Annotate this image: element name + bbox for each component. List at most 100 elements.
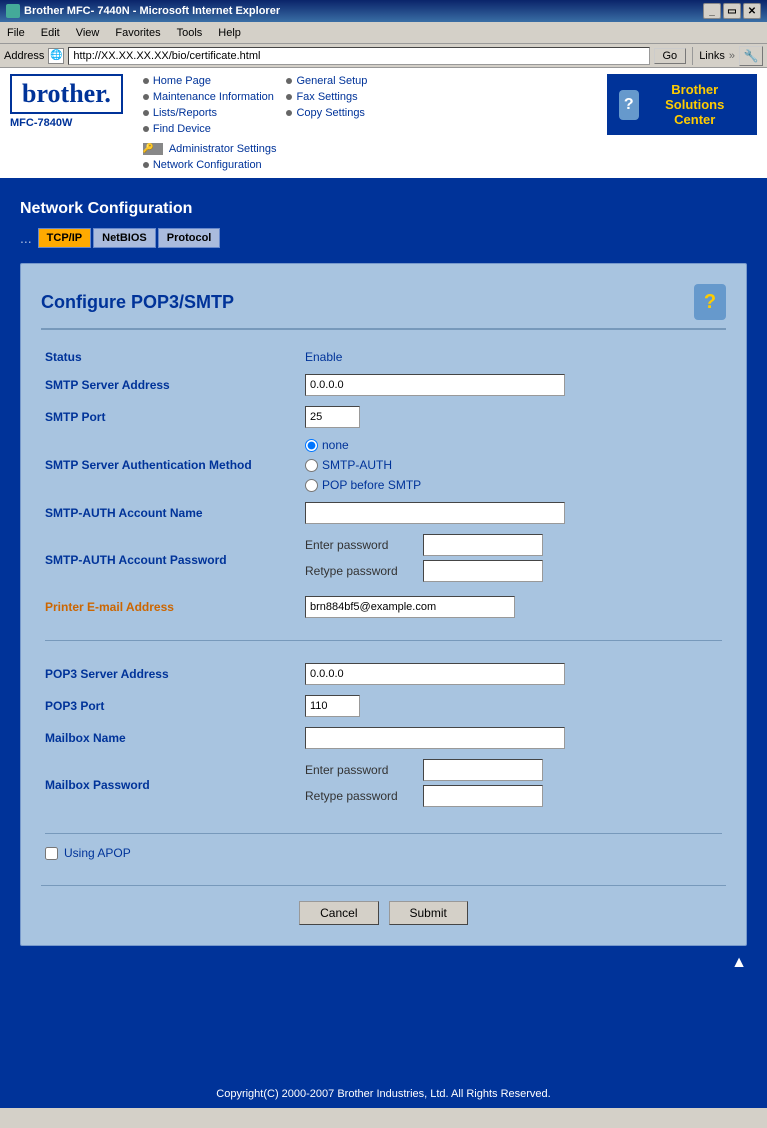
nav-network-config[interactable]: Network Configuration: [143, 158, 277, 172]
menu-favorites[interactable]: Favorites: [112, 26, 163, 40]
help-icon[interactable]: ?: [694, 284, 726, 320]
scroll-up-button[interactable]: ▲: [731, 954, 747, 972]
solutions-center-label: Brother Solutions Center: [645, 82, 746, 127]
mailbox-password-cell: Enter password Retype password: [301, 754, 726, 816]
browser-icon: [6, 4, 20, 18]
toolbar-extra[interactable]: 🔧: [739, 46, 763, 66]
using-apop-item: Using APOP: [45, 846, 722, 860]
nav-maintenance[interactable]: Maintenance Information: [143, 90, 277, 104]
smtp-port-input[interactable]: [305, 406, 360, 428]
nav-dot-icon: [143, 126, 149, 132]
smtp-port-cell: [301, 401, 726, 433]
mailbox-name-label: Mailbox Name: [41, 722, 301, 754]
close-button[interactable]: ✕: [743, 3, 761, 19]
menu-file[interactable]: File: [4, 26, 28, 40]
radio-smtp-auth-label: SMTP-AUTH: [322, 458, 392, 472]
nav-general-setup[interactable]: General Setup: [286, 74, 367, 88]
page-icon: 🌐: [48, 48, 64, 64]
nav-find-device[interactable]: Find Device: [143, 122, 277, 136]
nav-dot-icon: [143, 162, 149, 168]
mailbox-name-row: Mailbox Name: [41, 722, 726, 754]
nav-fax-settings[interactable]: Fax Settings: [286, 90, 367, 104]
radio-pop-before-smtp: POP before SMTP: [305, 478, 722, 492]
printer-email-cell: [301, 591, 726, 623]
smtp-retype-password-label: Retype password: [305, 564, 415, 578]
radio-none: none: [305, 438, 722, 452]
model-name: MFC-7840W: [10, 117, 72, 129]
form-title: Configure POP3/SMTP: [41, 292, 234, 313]
using-apop-checkbox[interactable]: [45, 847, 58, 860]
minimize-button[interactable]: _: [703, 3, 721, 19]
mailbox-enter-password-input[interactable]: [423, 759, 543, 781]
smtp-retype-password-input[interactable]: [423, 560, 543, 582]
mailbox-name-input[interactable]: [305, 727, 565, 749]
apop-divider: [45, 833, 722, 834]
smtp-server-input[interactable]: [305, 374, 565, 396]
nav-copy-settings[interactable]: Copy Settings: [286, 106, 367, 120]
smtp-password-label: SMTP-AUTH Account Password: [41, 529, 301, 591]
smtp-enter-password-label: Enter password: [305, 538, 415, 552]
radio-none-input[interactable]: [305, 439, 318, 452]
using-apop-label: Using APOP: [64, 846, 131, 860]
pop3-server-cell: [301, 658, 726, 690]
pop3-server-input[interactable]: [305, 663, 565, 685]
nav-dot-icon: [286, 110, 292, 116]
printer-email-input[interactable]: [305, 596, 515, 618]
page-header: Network Configuration: [20, 200, 747, 218]
breadcrumb-indicator: ...: [20, 230, 32, 246]
tab-netbios[interactable]: NetBIOS: [93, 228, 156, 248]
nav-dot-icon: [286, 94, 292, 100]
nav-home[interactable]: Home Page: [143, 74, 277, 88]
smtp-auth-radio-group: none SMTP-AUTH POP before SMTP: [305, 438, 722, 492]
pop3-port-row: POP3 Port: [41, 690, 726, 722]
main-content: Network Configuration ... TCP/IP NetBIOS…: [0, 180, 767, 1080]
navigation-area: brother. MFC-7840W Home Page Maintenance…: [0, 68, 767, 180]
tab-protocol[interactable]: Protocol: [158, 228, 221, 248]
brother-logo: brother. MFC-7840W: [10, 74, 123, 129]
pop3-server-row: POP3 Server Address: [41, 658, 726, 690]
mailbox-enter-password-label: Enter password: [305, 763, 415, 777]
section-divider: [45, 640, 722, 641]
divider-row: [41, 623, 726, 658]
smtp-password-row: SMTP-AUTH Account Password Enter passwor…: [41, 529, 726, 591]
solutions-center[interactable]: ? Brother Solutions Center: [607, 74, 757, 135]
menu-help[interactable]: Help: [215, 26, 244, 40]
tab-tcpip[interactable]: TCP/IP: [38, 228, 91, 248]
smtp-server-label: SMTP Server Address: [41, 369, 301, 401]
go-button[interactable]: Go: [654, 48, 687, 64]
scroll-indicator: ▲: [20, 946, 747, 972]
smtp-account-name-label: SMTP-AUTH Account Name: [41, 497, 301, 529]
footer-text: Copyright(C) 2000-2007 Brother Industrie…: [216, 1088, 550, 1100]
address-label: Address: [4, 50, 44, 62]
pop3-port-label: POP3 Port: [41, 690, 301, 722]
solutions-center-icon: ?: [619, 90, 639, 120]
nav-admin[interactable]: 🔑 Administrator Settings: [143, 142, 277, 156]
submit-button[interactable]: Submit: [389, 901, 468, 925]
nav-right: General Setup Fax Settings Copy Settings: [286, 74, 367, 172]
nav-dot-icon: [143, 94, 149, 100]
cancel-button[interactable]: Cancel: [299, 901, 378, 925]
smtp-enter-password-input[interactable]: [423, 534, 543, 556]
status-label: Status: [41, 345, 301, 369]
smtp-account-name-input[interactable]: [305, 502, 565, 524]
smtp-account-name-row: SMTP-AUTH Account Name: [41, 497, 726, 529]
menu-edit[interactable]: Edit: [38, 26, 63, 40]
nav-dot-icon: [143, 78, 149, 84]
radio-smtp-auth-input[interactable]: [305, 459, 318, 472]
menu-view[interactable]: View: [73, 26, 103, 40]
pop3-port-input[interactable]: [305, 695, 360, 717]
printer-email-label: Printer E-mail Address: [41, 591, 301, 623]
smtp-server-cell: [301, 369, 726, 401]
pop3-port-cell: [301, 690, 726, 722]
menu-tools[interactable]: Tools: [174, 26, 206, 40]
mailbox-enter-password-row: Enter password: [305, 759, 722, 781]
mailbox-password-label: Mailbox Password: [41, 754, 301, 816]
logo-text: brother.: [22, 79, 111, 109]
maximize-button[interactable]: ▭: [723, 3, 741, 19]
mailbox-retype-password-input[interactable]: [423, 785, 543, 807]
address-input[interactable]: [68, 47, 649, 65]
radio-pop-smtp-label: POP before SMTP: [322, 478, 421, 492]
printer-email-row: Printer E-mail Address: [41, 591, 726, 623]
nav-lists-reports[interactable]: Lists/Reports: [143, 106, 277, 120]
radio-pop-smtp-input[interactable]: [305, 479, 318, 492]
